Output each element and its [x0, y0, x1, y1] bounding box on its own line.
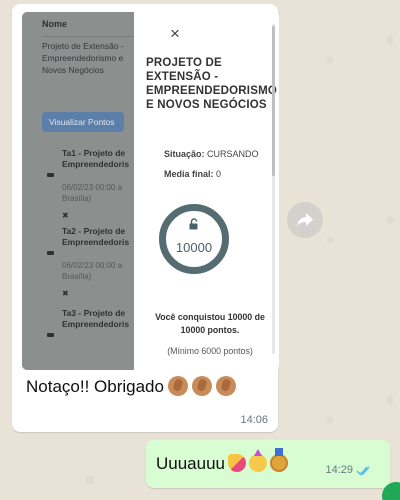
outgoing-message-bubble[interactable]: Uuuauuu 14:29 — [146, 440, 390, 488]
task-title-line2: Empreendedoris — [62, 319, 130, 329]
points-modal: × PROJETO DE EXTENSÃO - EMPREENDEDORISMO… — [134, 12, 279, 370]
task-title: Ta2 - Projeto de — [62, 226, 126, 236]
outgoing-message-text: Uuuauuu — [156, 454, 226, 473]
cross-icon: ✖ — [62, 289, 69, 298]
incoming-caption: Notaço!! Obrigado — [26, 376, 236, 397]
grade-row: Media final: 0 — [164, 169, 221, 179]
status-value: CURSANDO — [207, 149, 259, 159]
task-date: 06/02/23 00:00 a — [62, 261, 123, 270]
grade-label: Media final: — [164, 169, 214, 179]
minimum-text: (Mínimo 6000 pontos) — [167, 346, 253, 356]
video-icon — [47, 333, 54, 337]
task-timezone: Brasília) — [62, 194, 92, 203]
read-ticks-icon — [356, 466, 370, 476]
column-label: Nome — [42, 19, 68, 29]
course-name: Projeto de Extensão - Empreendedorismo e… — [42, 41, 124, 75]
outgoing-text: Uuuauuu — [156, 448, 289, 474]
clapping-hands-icon — [215, 376, 236, 396]
incoming-timestamp: 14:06 — [240, 414, 268, 426]
cross-icon: ✖ — [62, 211, 69, 220]
close-icon: × — [170, 24, 180, 43]
caption-text: Notaço!! Obrigado — [26, 377, 164, 396]
outgoing-timestamp: 14:29 — [325, 464, 353, 476]
achieved-text: Você conquistou 10000 de 10000 pontos. — [155, 312, 265, 335]
task-title-line2: Empreendedoris — [62, 159, 130, 169]
modal-title: PROJETO DE EXTENSÃO - EMPREENDEDORISMO E… — [146, 57, 277, 111]
forward-button[interactable] — [287, 202, 323, 238]
view-points-button: Visualizar Pontos — [42, 112, 124, 132]
attached-screenshot[interactable]: Nome Projeto de Extensão - Empreendedori… — [22, 12, 279, 370]
party-popper-icon — [228, 454, 247, 472]
partying-face-icon — [249, 449, 268, 472]
video-icon — [47, 173, 54, 177]
status-label: Situação: — [164, 149, 205, 159]
task-date: 06/02/23 00:00 a — [62, 183, 123, 192]
modal-scrollbar-thumb — [272, 26, 275, 176]
points-value: 10000 — [175, 240, 213, 255]
video-icon — [47, 251, 54, 255]
forward-icon — [297, 213, 313, 227]
task-timezone: Brasília) — [62, 272, 92, 281]
task-title: Ta1 - Projeto de — [62, 148, 126, 158]
clapping-hands-icon — [167, 376, 188, 396]
points-ring — [159, 204, 229, 274]
clapping-hands-icon — [191, 376, 212, 396]
unlock-icon — [189, 218, 198, 230]
outgoing-meta: 14:29 — [325, 464, 374, 476]
grade-value: 0 — [216, 169, 222, 179]
column-divider — [42, 36, 134, 37]
medal-icon — [270, 448, 289, 472]
status-row: Situação: CURSANDO — [164, 149, 259, 159]
task-title-line2: Empreendedoris — [62, 237, 130, 247]
task-title: Ta3 - Projeto de — [62, 308, 126, 318]
incoming-message-bubble[interactable]: Nome Projeto de Extensão - Empreendedori… — [12, 4, 279, 432]
screenshot-course-list: Nome Projeto de Extensão - Empreendedori… — [22, 12, 134, 370]
